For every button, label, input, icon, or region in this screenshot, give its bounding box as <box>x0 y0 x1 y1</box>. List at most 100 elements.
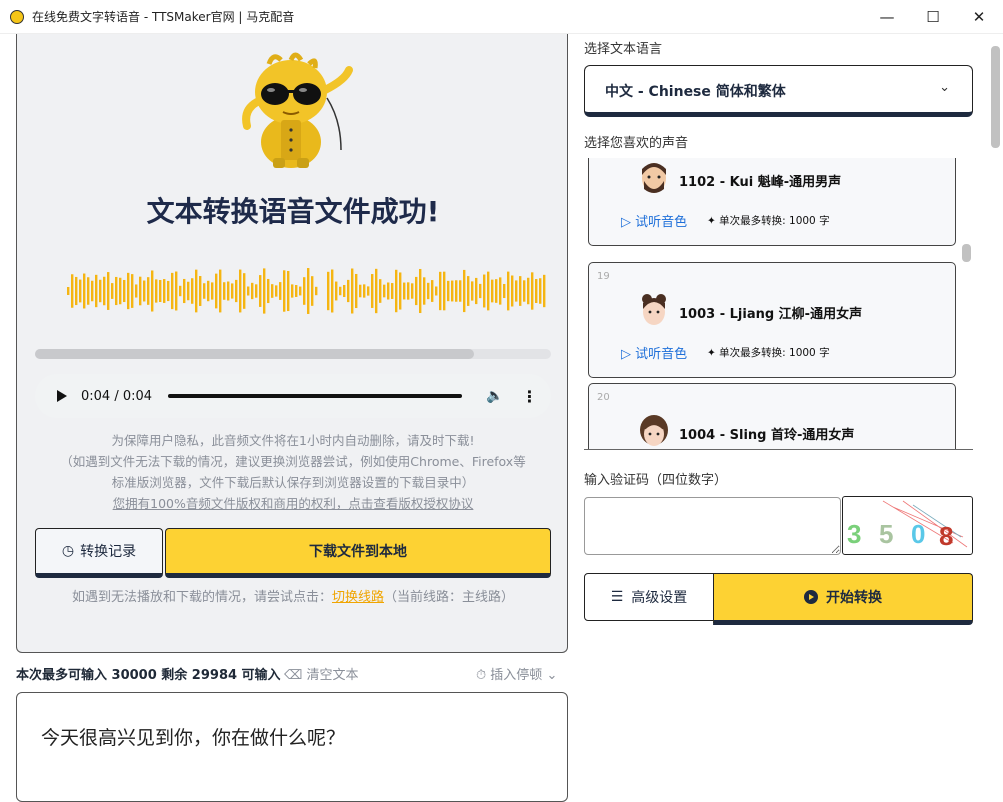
scrollbar-thumb[interactable] <box>962 244 971 262</box>
waveform-bar <box>527 277 530 305</box>
waveform-bar <box>123 279 126 303</box>
waveform-bar <box>119 277 122 305</box>
waveform-bar <box>351 268 354 314</box>
privacy-notice: 为保障用户隐私，此音频文件将在1小时内自动删除，请及时下载! （如遇到文件无法下… <box>17 430 569 514</box>
audio-player[interactable]: 0:04 / 0:04 🔈 ⋮ <box>35 374 551 418</box>
language-select[interactable]: 中文 - Chinese 简体和繁体 ⌄ <box>584 65 973 117</box>
download-button[interactable]: 下载文件到本地 <box>165 528 551 578</box>
female-avatar-icon <box>640 415 668 446</box>
license-link[interactable]: 您拥有100%音频文件版权和商用的权利，点击查看版权授权协议 <box>17 493 569 514</box>
voice-index: 19 <box>597 271 610 282</box>
insert-pause-button[interactable]: ⏱ 插入停顿 ⌄ <box>476 664 557 683</box>
waveform-bar <box>399 272 402 310</box>
captcha-digit: 5 <box>879 519 893 549</box>
waveform-bar <box>275 285 278 297</box>
start-label: 开始转换 <box>826 590 882 606</box>
captcha-label: 输入验证码（四位数字） <box>584 473 728 488</box>
waveform-bar <box>207 280 210 302</box>
waveform-bar <box>131 274 134 308</box>
waveform-bar <box>379 279 382 303</box>
hint-suffix: （当前线路：主线路） <box>384 590 515 605</box>
play-icon[interactable] <box>57 390 67 402</box>
waveform-bar <box>295 285 298 297</box>
audio-seek-bar[interactable] <box>168 394 463 398</box>
text-input-area[interactable]: 今天很高兴见到你，你在做什么呢？ <box>16 692 568 802</box>
captcha-input[interactable] <box>584 497 841 555</box>
waveform-bar <box>431 280 434 302</box>
waveform-bar <box>251 282 254 300</box>
waveform-bar <box>127 272 130 310</box>
clock-icon: ◷ <box>61 543 75 559</box>
waveform-bar <box>331 269 334 313</box>
notice-line: 标准版浏览器，文件下载后默认保存到浏览器设置的下载目录中） <box>111 475 475 490</box>
more-options-icon[interactable]: ⋮ <box>521 387 537 406</box>
waveform-bar <box>451 280 454 302</box>
waveform-bar <box>479 283 482 299</box>
waveform-bar <box>447 280 450 302</box>
waveform-bar <box>259 275 262 307</box>
waveform-bar <box>371 274 374 308</box>
waveform-bar <box>487 271 490 311</box>
waveform-bar <box>355 273 358 309</box>
maximize-button[interactable]: ☐ <box>910 0 956 34</box>
waveform-bar <box>439 271 442 311</box>
male-avatar-icon <box>642 163 666 193</box>
voice-name: 1003 - Ljiang 江柳-通用女声 <box>679 307 863 322</box>
advanced-settings-button[interactable]: ☰ 高级设置 <box>584 573 714 621</box>
voice-max-text: 单次最多转换: 1000 字 <box>719 347 830 359</box>
volume-icon[interactable]: 🔈 <box>486 388 503 404</box>
waveform-bar <box>471 281 474 301</box>
scrollbar-thumb[interactable] <box>991 46 1000 148</box>
waveform-bar <box>71 274 74 308</box>
waveform-bar <box>543 274 546 308</box>
waveform-bar <box>419 268 422 314</box>
clear-text-button[interactable]: ⌫ 清空文本 <box>284 664 359 683</box>
audio-time: 0:04 / 0:04 <box>81 388 153 404</box>
waveform-bar <box>231 283 234 299</box>
input-text: 今天很高兴见到你，你在做什么呢？ <box>41 727 346 749</box>
waveform-bar <box>223 282 226 300</box>
listen-label: 试听音色 <box>635 347 688 362</box>
waveform-bar <box>163 279 166 303</box>
voice-name: 1102 - Kui 魁峰-通用男声 <box>679 175 842 190</box>
voice-max-chars: ✦ 单次最多转换: 1000 字 <box>707 215 830 227</box>
waveform-bar <box>315 286 318 296</box>
voice-list-scrollbar[interactable] <box>960 158 974 450</box>
voice-card[interactable]: 18 1102 - Kui 魁峰-通用男声 ▷ 试听音色 ✦ 单次最多转换: 1… <box>588 158 956 246</box>
waveform-bar <box>147 277 150 305</box>
waveform-bar <box>407 282 410 300</box>
waveform-bar <box>87 277 90 305</box>
waveform-bar <box>195 269 198 313</box>
waveform-bar <box>155 279 158 303</box>
waveform-bar <box>171 272 174 310</box>
close-button[interactable]: ✕ <box>956 0 1002 34</box>
result-panel: 文本转换语音文件成功! 0:04 / 0:04 🔈 ⋮ 为保障用户隐私，此音频文… <box>16 34 568 653</box>
captcha-graphic: 3 5 0 8 <box>847 500 968 551</box>
waveform-bar <box>391 283 394 299</box>
listen-button[interactable]: ▷ 试听音色 <box>621 211 687 230</box>
voice-card[interactable]: 19 1003 - Ljiang 江柳-通用女声 ▷ 试听音色 ✦ 单次最多转换… <box>588 262 956 378</box>
listen-button[interactable]: ▷ 试听音色 <box>621 343 687 362</box>
waveform-bar <box>491 279 494 303</box>
page-scrollbar[interactable] <box>988 34 1003 795</box>
voice-card[interactable]: 20 1004 - Sling 首玲-通用女声 <box>588 383 956 449</box>
minimize-button[interactable]: — <box>864 0 910 34</box>
waveform-bar <box>227 281 230 301</box>
line-switch-hint: 如遇到无法播放和下载的情况，请尝试点击：切换线路（当前线路：主线路） <box>17 586 569 605</box>
history-button[interactable]: ◷ 转换记录 <box>35 528 163 578</box>
progress-bar <box>35 349 551 359</box>
waveform-bar <box>235 279 238 303</box>
start-convert-button[interactable]: 开始转换 <box>713 573 973 625</box>
waveform-bar <box>339 286 342 296</box>
char-counter: 本次最多可输入 30000 剩余 29984 可输入 <box>16 668 281 683</box>
waveform-bar <box>499 277 502 305</box>
switch-line-link[interactable]: 切换线路 <box>332 590 384 605</box>
waveform-bar <box>187 281 190 301</box>
voice-list[interactable]: 18 1102 - Kui 魁峰-通用男声 ▷ 试听音色 ✦ 单次最多转换: 1… <box>584 158 973 450</box>
waveform-bar <box>367 286 370 296</box>
result-actions: ◷ 转换记录 下载文件到本地 <box>35 528 551 580</box>
captcha-image[interactable]: 3 5 0 8 <box>842 496 973 555</box>
waveform-bar <box>539 278 542 304</box>
waveform-bar <box>183 278 186 304</box>
waveform-bar <box>219 269 222 313</box>
